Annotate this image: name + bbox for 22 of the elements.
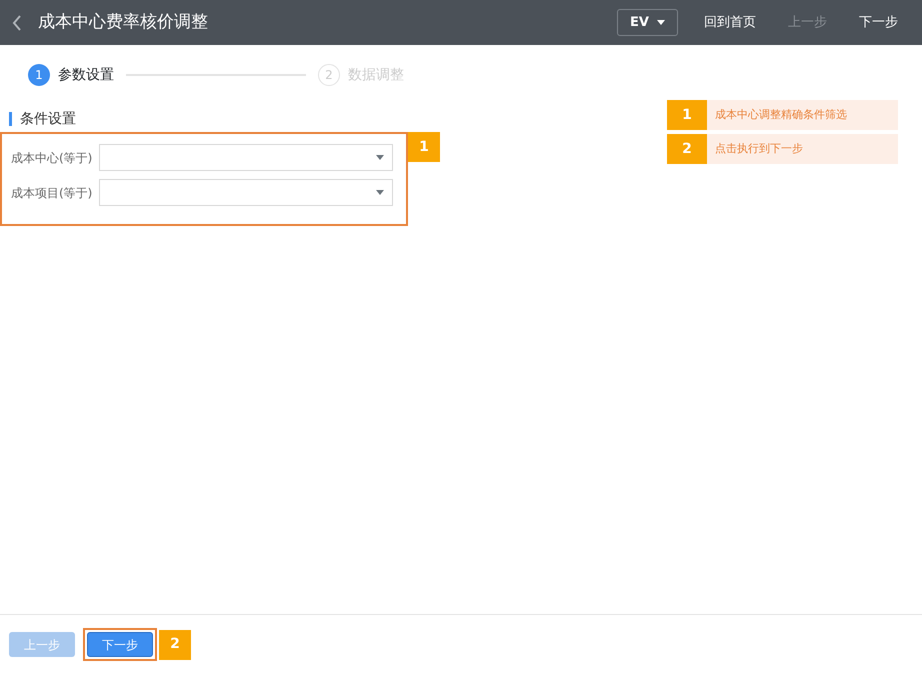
callout-marker: 2 xyxy=(159,630,191,660)
caret-icon xyxy=(376,155,384,160)
header-link[interactable]: 回到首页 xyxy=(694,12,766,32)
step-label[interactable]: 参数设置 xyxy=(58,64,114,86)
language-dropdown[interactable]: EV xyxy=(617,8,678,36)
field-label: 成本项目(等于) xyxy=(11,184,94,202)
legend-number: 2 xyxy=(667,134,707,164)
legend-text: 点击执行到下一步 xyxy=(714,140,803,157)
section-title: 条件设置 xyxy=(9,112,76,126)
field-label: 成本中心(等于) xyxy=(11,150,94,166)
legend-text: 成本中心调整精确条件筛选 xyxy=(714,106,847,123)
next-button[interactable]: 下一步 xyxy=(87,632,153,657)
caret-icon xyxy=(657,20,665,25)
back-icon[interactable] xyxy=(12,14,22,30)
dropdown-field[interactable] xyxy=(99,144,393,171)
dropdown-field[interactable] xyxy=(99,179,393,206)
page-title: 成本中心费率核价调整 xyxy=(38,10,208,34)
step-number[interactable]: 1 xyxy=(28,64,50,86)
header-link[interactable]: 下一步 xyxy=(849,12,908,32)
callout-marker: 1 xyxy=(408,132,440,162)
legend-number: 1 xyxy=(667,100,707,130)
caret-icon xyxy=(376,190,384,195)
